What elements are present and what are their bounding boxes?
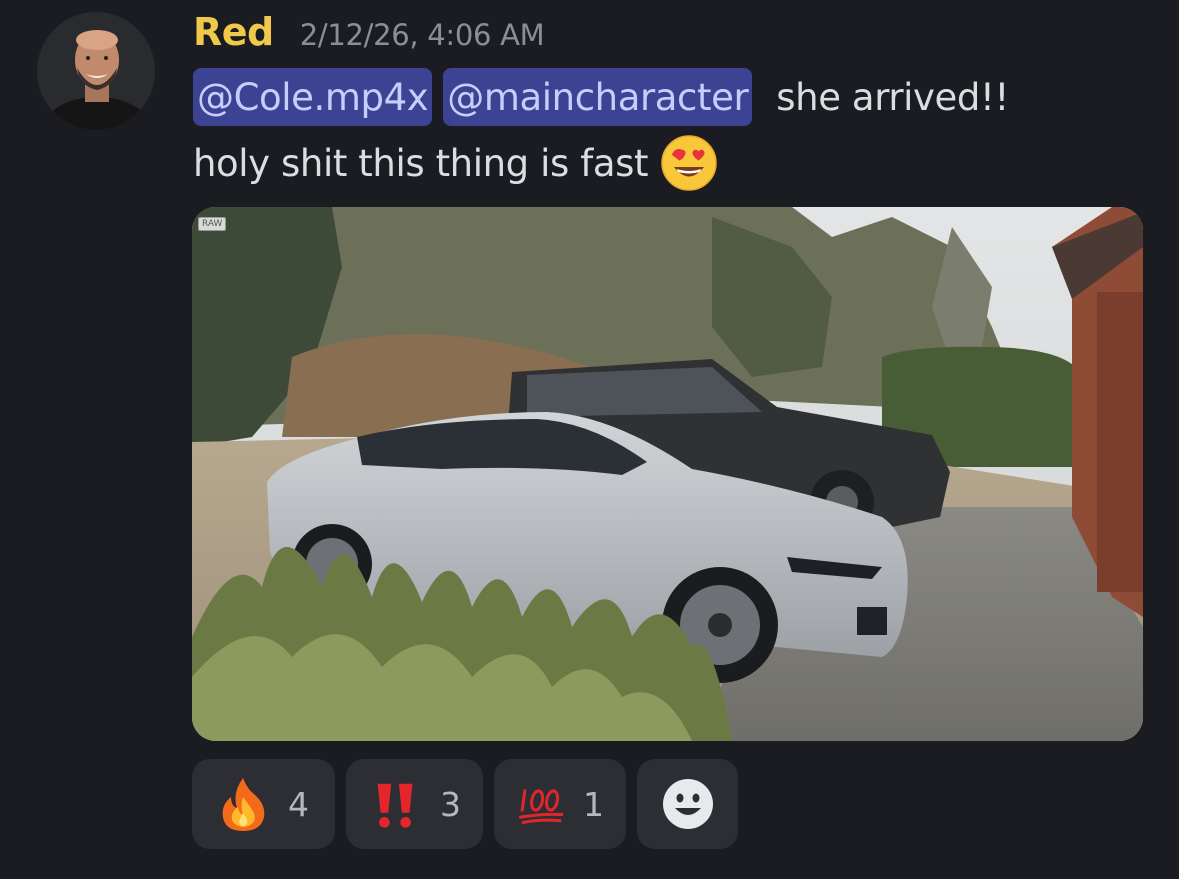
message-timestamp: 2/12/26, 4:06 AM (299, 18, 545, 52)
avatar[interactable] (37, 12, 155, 130)
smiling-face-with-heart-eyes-icon (660, 134, 718, 192)
reaction-double-exclamation[interactable]: 3 (346, 759, 483, 849)
raw-badge: RAW (198, 217, 227, 231)
reaction-count: 3 (440, 784, 461, 824)
avatar-photo-icon (37, 12, 155, 130)
message-header: Red 2/12/26, 4:06 AM (193, 10, 545, 54)
double-exclamation-icon (368, 775, 424, 833)
message-line-2: holy shit this thing is fast (193, 134, 718, 192)
fire-icon (214, 775, 272, 833)
reaction-count: 4 (288, 784, 309, 824)
author-name[interactable]: Red (193, 10, 274, 54)
add-reaction-button[interactable] (637, 759, 738, 849)
hundred-points-icon (516, 775, 567, 833)
message-text-line-1: she arrived!! (776, 75, 1009, 119)
reactions-bar: 4 3 1 (192, 759, 738, 849)
message-text-line-2: holy shit this thing is fast (193, 141, 649, 185)
mention-cole[interactable]: @Cole.mp4x (193, 68, 433, 126)
message-line-1: @Cole.mp4x @maincharacter she arrived!! (193, 68, 1009, 126)
reaction-count: 1 (583, 784, 604, 824)
add-reaction-smiley-icon (661, 777, 715, 831)
photo-of-cars-image (192, 207, 1143, 741)
mention-maincharacter[interactable]: @maincharacter (443, 68, 753, 126)
reaction-hundred-points[interactable]: 1 (494, 759, 626, 849)
reaction-fire[interactable]: 4 (192, 759, 335, 849)
image-attachment[interactable]: RAW (192, 207, 1143, 741)
